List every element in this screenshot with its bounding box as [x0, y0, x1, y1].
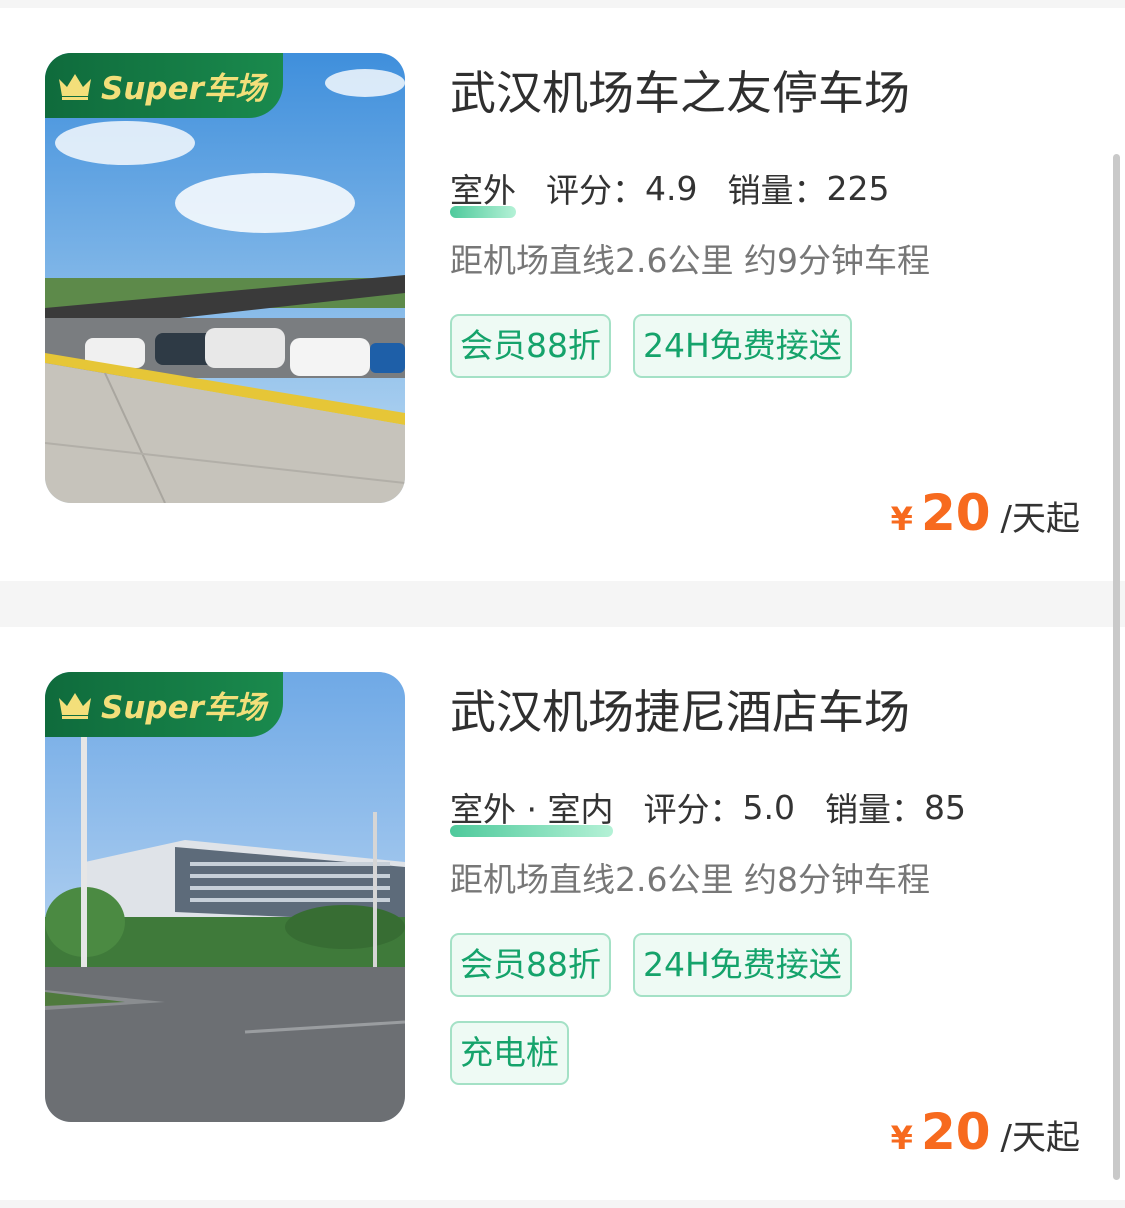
price-block: ¥ 20 /天起 — [891, 1103, 1080, 1163]
price-unit: /天起 — [1000, 499, 1080, 539]
parking-lot-photo: Super车场 — [45, 53, 405, 503]
distance-info: 距机场直线2.6公里 约9分钟车程 — [450, 241, 930, 280]
crown-icon — [59, 692, 91, 719]
tag-list: 会员88折 24H免费接送 充电桩 — [450, 933, 1070, 1109]
rating-value: 5.0 — [742, 787, 795, 827]
tag-list: 会员88折 24H免费接送 — [450, 314, 1070, 402]
tag-member-discount: 会员88折 — [450, 314, 611, 378]
rating-label: 评分： — [546, 171, 645, 210]
tag-member-discount: 会员88折 — [450, 933, 611, 997]
parking-listing-card[interactable]: Super车场 武汉机场捷尼酒店车场 室外 · 室内 评分： 5.0 销量： 8… — [0, 627, 1125, 1200]
listing-title[interactable]: 武汉机场车之友停车场 — [450, 64, 910, 122]
currency-symbol: ¥ — [890, 500, 913, 538]
vertical-scrollbar[interactable] — [1113, 154, 1120, 1180]
rating-label: 评分： — [643, 790, 743, 829]
price-block: ¥ 20 /天起 — [891, 484, 1080, 544]
listing-title[interactable]: 武汉机场捷尼酒店车场 — [450, 683, 910, 741]
price-amount: 20 — [920, 1103, 991, 1161]
parking-listing-card[interactable]: Super车场 武汉机场车之友停车场 室外 评分： 4.9 销量： 225 距机… — [0, 8, 1125, 581]
distance-info: 距机场直线2.6公里 约8分钟车程 — [450, 860, 930, 899]
super-parking-badge: Super车场 — [45, 672, 283, 737]
tag-free-shuttle: 24H免费接送 — [633, 314, 852, 378]
top-divider — [0, 0, 1125, 8]
price-unit: /天起 — [1000, 1118, 1080, 1158]
sales-label: 销量： — [824, 790, 924, 829]
listing-meta: 室外 · 室内 评分： 5.0 销量： 85 — [450, 783, 966, 837]
sales-value: 225 — [826, 168, 890, 208]
currency-symbol: ¥ — [890, 1119, 913, 1157]
location-type: 室外 — [450, 164, 516, 218]
tag-ev-charger: 充电桩 — [450, 1021, 569, 1085]
crown-icon — [59, 73, 91, 100]
badge-label: Super车场 — [101, 71, 266, 107]
location-type: 室外 · 室内 — [450, 783, 614, 837]
price-amount: 20 — [920, 484, 991, 542]
listing-meta: 室外 评分： 4.9 销量： 225 — [450, 164, 890, 218]
rating-value: 4.9 — [645, 168, 698, 208]
badge-label: Super车场 — [101, 690, 266, 726]
sales-value: 85 — [923, 787, 966, 827]
tag-free-shuttle: 24H免费接送 — [633, 933, 852, 997]
sales-label: 销量： — [727, 171, 827, 210]
parking-lot-photo: Super车场 — [45, 672, 405, 1122]
super-parking-badge: Super车场 — [45, 53, 283, 118]
